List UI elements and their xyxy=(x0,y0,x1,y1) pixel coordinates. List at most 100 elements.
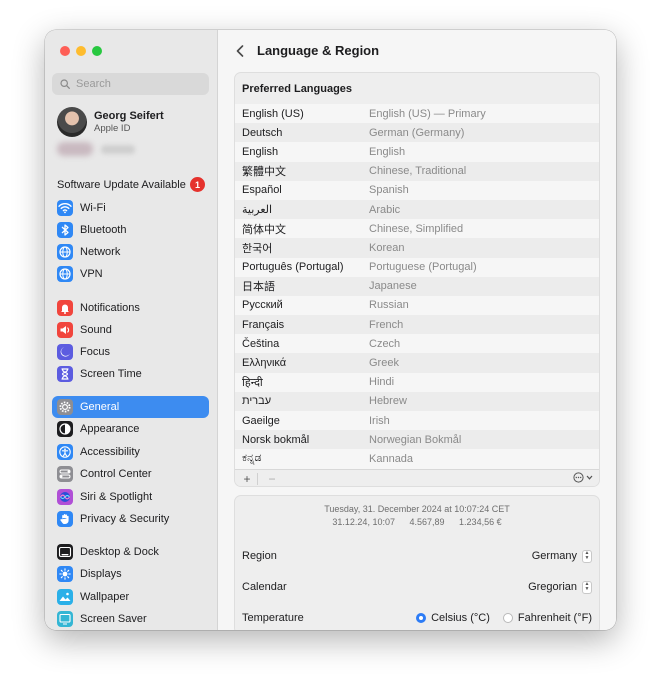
calendar-value: Gregorian xyxy=(528,581,577,593)
language-row[interactable]: Norsk bokmål Norwegian Bokmål xyxy=(235,430,599,450)
minimize-window-button[interactable] xyxy=(76,46,86,56)
remove-language-button[interactable]: − xyxy=(266,472,278,486)
wallpaper-icon xyxy=(57,589,73,605)
sidebar-item-accessibility[interactable]: Accessibility xyxy=(52,441,209,463)
sidebar-item-control-center[interactable]: Control Center xyxy=(52,463,209,485)
language-row[interactable]: العربية Arabic xyxy=(235,199,599,220)
language-english-name: Norwegian Bokmål xyxy=(369,433,462,446)
sidebar-item-displays[interactable]: Displays xyxy=(52,563,209,585)
region-label: Region xyxy=(242,550,277,562)
bluetooth-icon xyxy=(57,222,73,238)
language-row[interactable]: Ελληνικά Greek xyxy=(235,353,599,373)
temperature-radio-group: Celsius (°C) Fahrenheit (°F) xyxy=(416,612,592,624)
sidebar-item-screen-saver[interactable]: Screen Saver xyxy=(52,608,209,630)
language-native-name: Ελληνικά xyxy=(242,357,287,370)
language-row[interactable]: हिन्दी Hindi xyxy=(235,372,599,392)
back-button[interactable] xyxy=(232,42,248,60)
language-row[interactable]: עברית Hebrew xyxy=(235,391,599,411)
family-label-blurred xyxy=(101,144,135,154)
sidebar-item-label: Control Center xyxy=(80,468,152,480)
sidebar-item-wallpaper[interactable]: Wallpaper xyxy=(52,586,209,608)
sidebar-item-general[interactable]: General xyxy=(52,396,209,418)
celsius-radio[interactable] xyxy=(416,613,427,623)
language-row[interactable]: ಕನ್ನಡ Kannada xyxy=(235,449,599,469)
sidebar-item-label: Network xyxy=(80,246,121,258)
language-row[interactable]: Deutsch German (Germany) xyxy=(235,123,599,143)
language-row[interactable]: Français French xyxy=(235,315,599,335)
language-native-name: Norsk bokmål xyxy=(242,433,310,446)
zoom-window-button[interactable] xyxy=(92,46,102,56)
language-english-name: English (US) — Primary xyxy=(369,107,486,120)
language-english-name: Russian xyxy=(369,299,409,312)
sidebar-item-screen-time[interactable]: Screen Time xyxy=(52,363,209,385)
sidebar-item-notifications[interactable]: Notifications xyxy=(52,297,209,319)
language-native-name: Čeština xyxy=(242,337,280,350)
short-date-preview: 31.12.24, 10:07 xyxy=(332,517,395,527)
language-row[interactable]: Čeština Czech xyxy=(235,334,599,354)
language-english-name: Hebrew xyxy=(369,395,407,408)
languages-list[interactable]: English (US) English (US) — Primary Deutsc… xyxy=(235,104,599,469)
language-row[interactable]: Gaeilge Irish xyxy=(235,411,599,431)
region-popup[interactable]: Germany ▲ ▼ xyxy=(531,549,592,563)
vpn-globe-icon xyxy=(57,266,73,282)
sidebar-item-wi-fi[interactable]: Wi-Fi xyxy=(52,197,209,219)
sidebar-item-siri-spotlight[interactable]: Siri & Spotlight xyxy=(52,486,209,508)
search-input[interactable] xyxy=(74,77,203,91)
sidebar-item-label: Screen Saver xyxy=(80,613,147,625)
region-value: Germany xyxy=(531,550,577,562)
language-english-name: Arabic xyxy=(369,203,401,216)
sidebar-item-privacy-security[interactable]: Privacy & Security xyxy=(52,508,209,530)
hourglass-icon xyxy=(57,366,73,382)
language-row[interactable]: Русский Russian xyxy=(235,295,599,316)
sidebar-item-sound[interactable]: Sound xyxy=(52,319,209,341)
apple-id-profile[interactable]: Georg Seifert Apple ID xyxy=(57,105,164,139)
language-native-name: 한국어 xyxy=(242,242,273,255)
sidebar-item-network[interactable]: Network xyxy=(52,241,209,263)
close-window-button[interactable] xyxy=(60,46,70,56)
language-english-name: Portuguese (Portugal) xyxy=(369,261,477,274)
region-settings-panel: Tuesday, 31. December 2024 at 10:07:24 C… xyxy=(234,495,600,630)
sidebar-item-label: Wi-Fi xyxy=(80,202,106,214)
sidebar-item-bluetooth[interactable]: Bluetooth xyxy=(52,219,209,241)
number-preview: 4.567,89 xyxy=(409,517,445,527)
language-options-button[interactable] xyxy=(573,472,593,483)
temperature-row: Temperature Celsius (°C) Fahrenheit (°F) xyxy=(242,608,592,628)
language-native-name: ಕನ್ನಡ xyxy=(242,452,262,465)
language-row[interactable]: 日本語 Japanese xyxy=(235,276,599,296)
sidebar-item-vpn[interactable]: VPN xyxy=(52,263,209,285)
update-count-badge: 1 xyxy=(190,177,205,192)
sidebar-item-appearance[interactable]: Appearance xyxy=(52,418,209,440)
language-row[interactable]: English English xyxy=(235,142,599,162)
bell-icon xyxy=(57,300,73,316)
celsius-label[interactable]: Celsius (°C) xyxy=(431,612,490,624)
sidebar-item-focus[interactable]: Focus xyxy=(52,341,209,363)
search-icon xyxy=(60,79,70,89)
language-english-name: Japanese xyxy=(369,280,417,293)
up-down-chevron-icon: ▲ ▼ xyxy=(582,580,592,594)
language-native-name: Русский xyxy=(242,299,283,312)
hand-icon xyxy=(57,511,73,527)
language-native-name: 繁體中文 xyxy=(242,166,286,179)
region-row: Region Germany ▲ ▼ xyxy=(242,546,592,566)
language-row[interactable]: Português (Portugal) Portuguese (Portugal… xyxy=(235,257,599,277)
language-row[interactable]: English (US) English (US) — Primary xyxy=(235,104,599,124)
fahrenheit-label[interactable]: Fahrenheit (°F) xyxy=(518,612,592,624)
fahrenheit-radio[interactable] xyxy=(502,613,513,623)
software-update-item[interactable]: Software Update Available 1 xyxy=(57,177,205,192)
language-row[interactable]: Español Spanish xyxy=(235,180,599,200)
language-row[interactable]: 简体中文 Chinese, Simplified xyxy=(235,219,599,239)
search-field[interactable] xyxy=(52,73,209,95)
calendar-popup[interactable]: Gregorian ▲ ▼ xyxy=(528,580,592,594)
language-native-name: עברית xyxy=(242,395,272,408)
sidebar-item-desktop-dock[interactable]: Desktop & Dock xyxy=(52,541,209,563)
language-english-name: Korean xyxy=(369,241,405,254)
family-item[interactable] xyxy=(57,142,135,156)
speaker-icon xyxy=(57,322,73,338)
language-row[interactable]: 繁體中文 Chinese, Traditional xyxy=(235,161,599,181)
add-language-button[interactable]: + xyxy=(241,472,253,486)
sidebar-item-label: Appearance xyxy=(80,423,140,435)
language-native-name: Gaeilge xyxy=(242,414,280,427)
language-english-name: English xyxy=(369,145,406,158)
sidebar-item-label: Siri & Spotlight xyxy=(80,491,153,503)
language-row[interactable]: 한국어 Korean xyxy=(235,238,599,258)
